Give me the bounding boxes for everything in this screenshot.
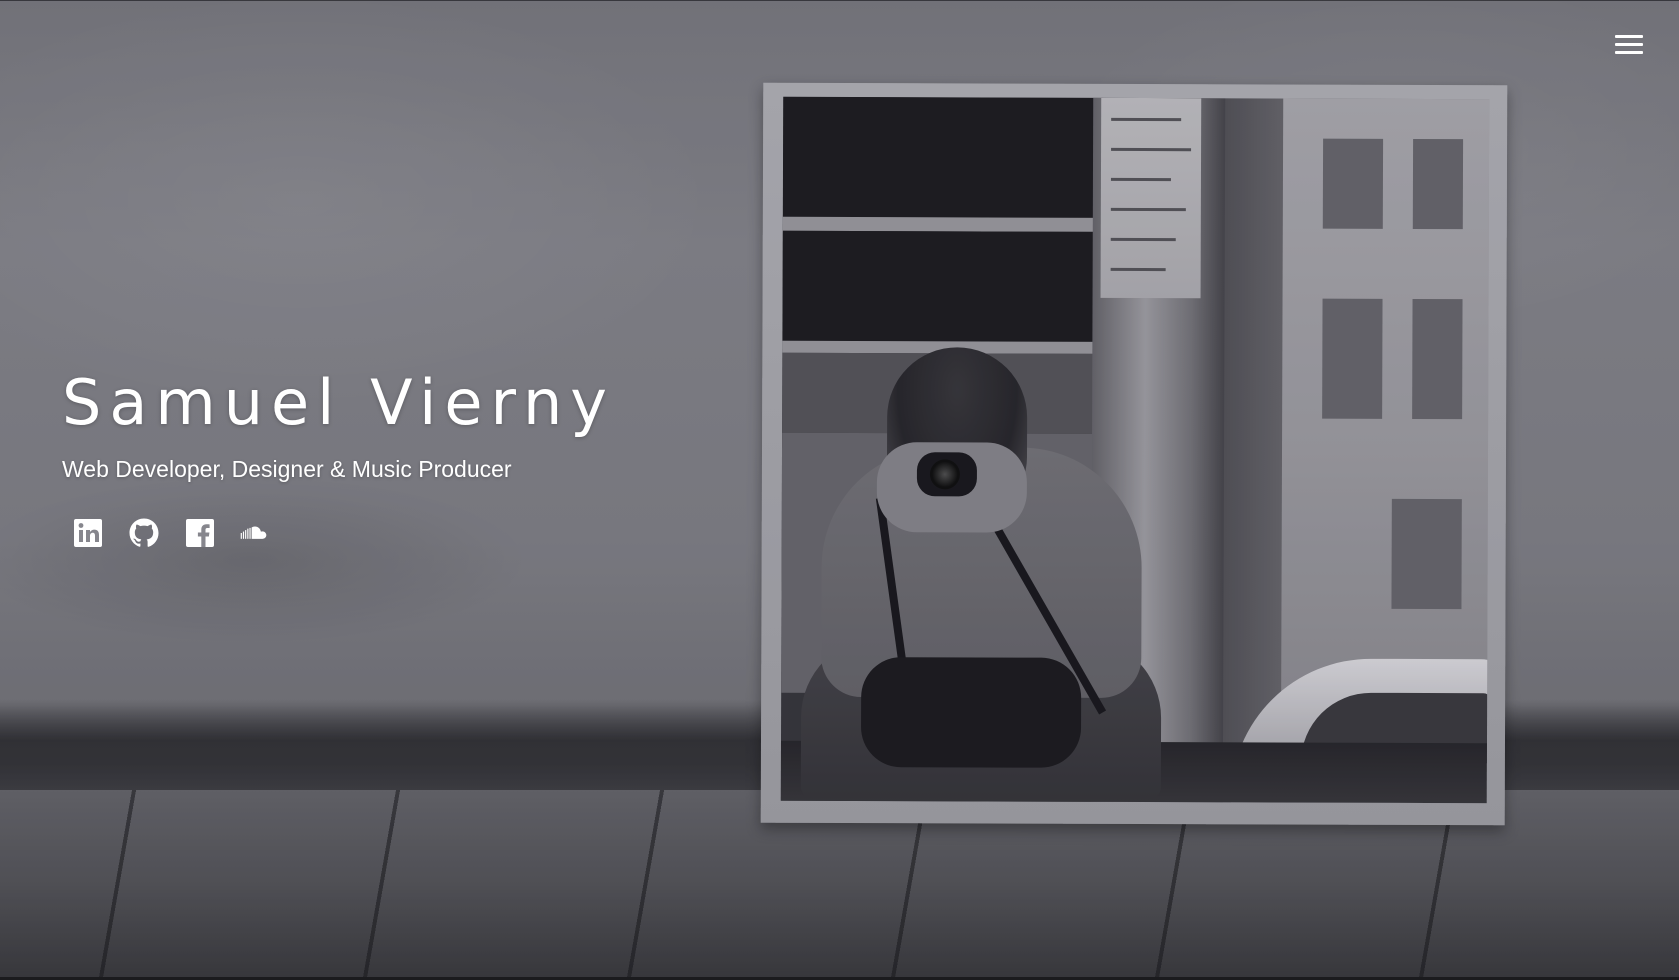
linkedin-icon — [74, 519, 102, 547]
soundcloud-link[interactable] — [240, 517, 272, 549]
soundcloud-icon — [240, 526, 267, 539]
facebook-icon — [186, 519, 214, 547]
linkedin-link[interactable] — [72, 517, 104, 549]
github-icon — [129, 518, 159, 547]
menu-button[interactable] — [1615, 35, 1645, 57]
tagline: Web Developer, Designer & Music Producer — [62, 456, 512, 482]
social-links — [72, 517, 615, 549]
facebook-link[interactable] — [184, 517, 216, 549]
page-title: Samuel Vierny — [62, 366, 615, 439]
hero-section: Samuel Vierny Web Developer, Designer & … — [0, 0, 1679, 980]
github-link[interactable] — [128, 517, 160, 549]
intro-block: Samuel Vierny Web Developer, Designer & … — [62, 372, 615, 549]
